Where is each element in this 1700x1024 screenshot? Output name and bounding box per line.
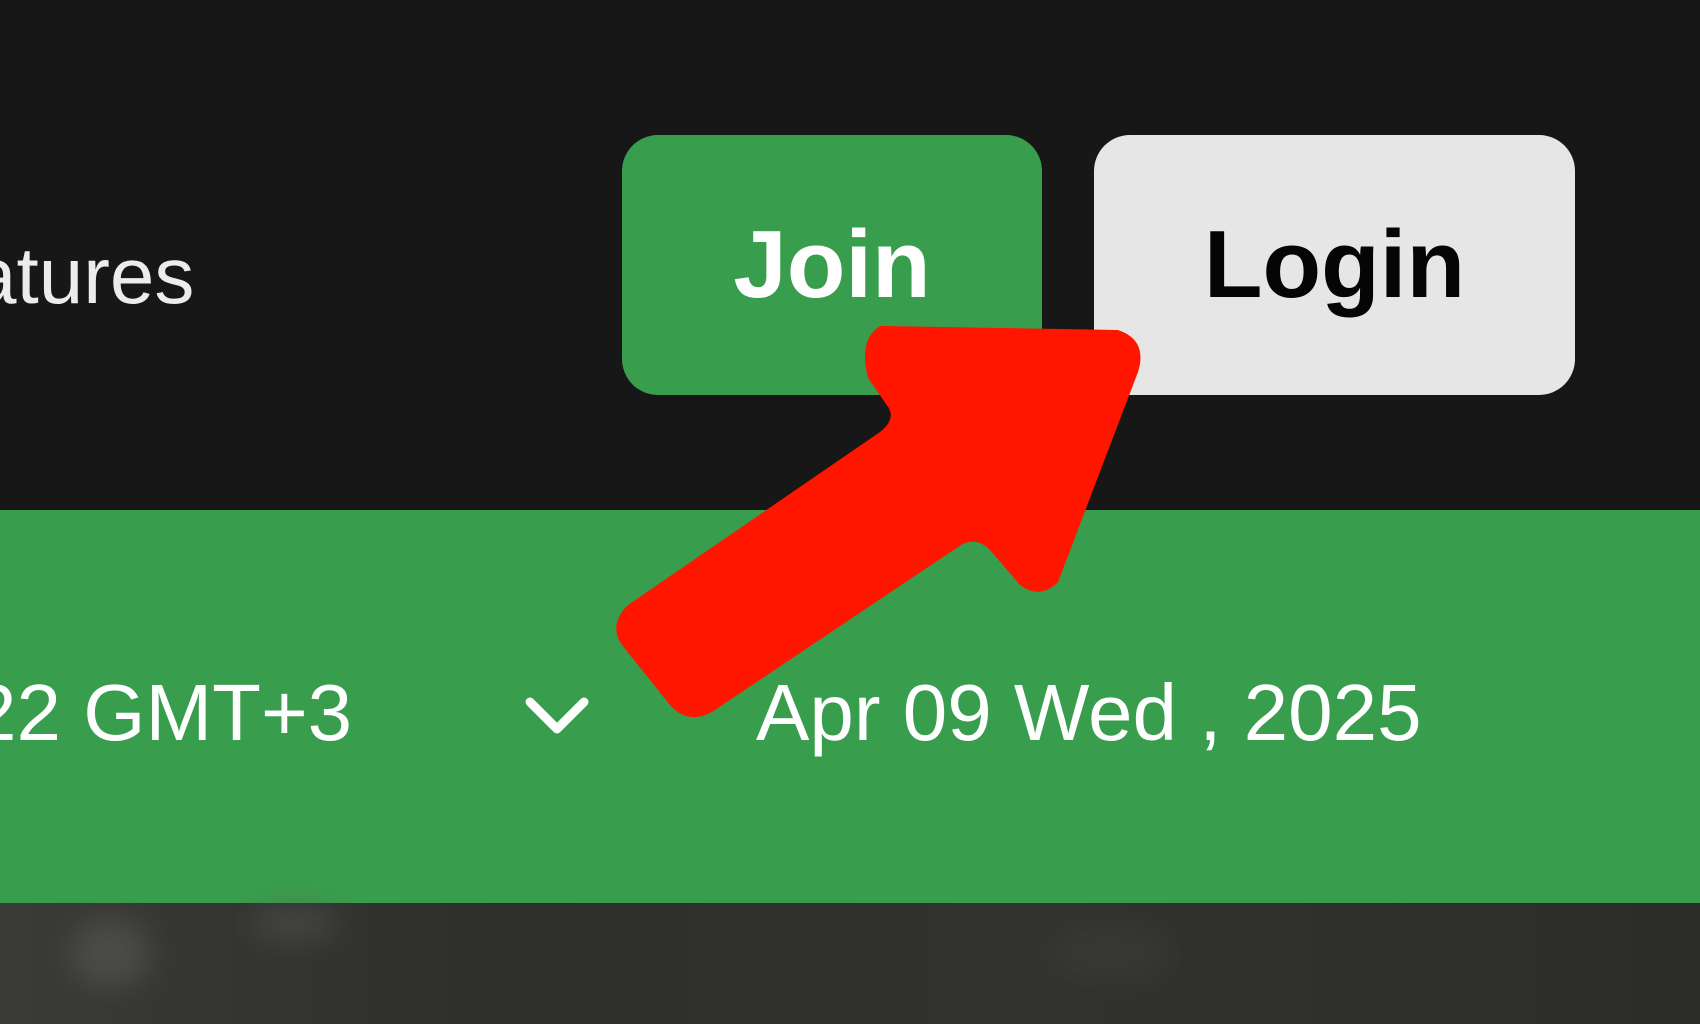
login-button-label: Login xyxy=(1203,211,1466,318)
top-navigation-bar: atures Join Login xyxy=(0,0,1700,510)
time-date-bar: 22 GMT+3 Apr 09 Wed , 2025 xyxy=(0,510,1700,903)
nav-link-features[interactable]: atures xyxy=(0,226,194,326)
chevron-down-icon[interactable] xyxy=(522,680,592,750)
join-button-label: Join xyxy=(733,211,931,318)
hero-image-strip xyxy=(0,903,1700,1024)
timezone-display: 22 GMT+3 xyxy=(0,668,353,757)
login-button[interactable]: Login xyxy=(1094,135,1575,395)
current-date: Apr 09 Wed , 2025 xyxy=(756,668,1422,757)
join-button[interactable]: Join xyxy=(622,135,1042,395)
